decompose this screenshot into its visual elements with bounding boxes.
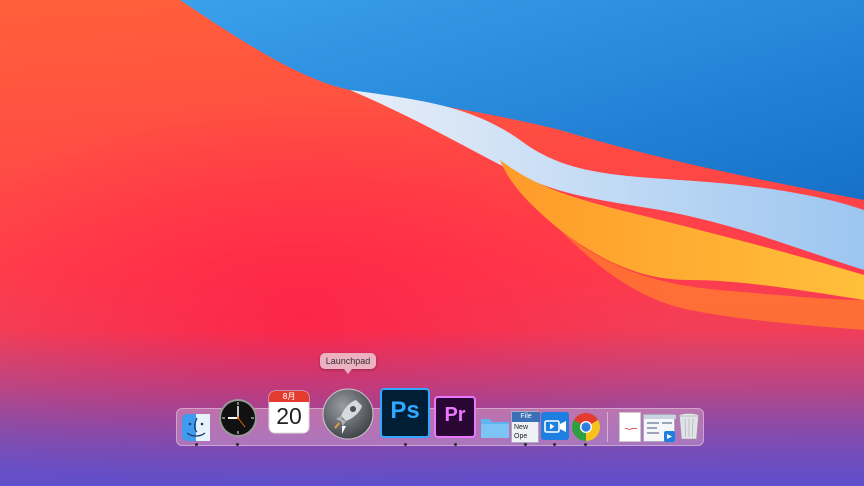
dock-app-photoshop[interactable]: Ps (380, 388, 430, 438)
dock-app-folder[interactable] (479, 414, 511, 440)
finder-icon (182, 414, 210, 441)
trash-icon (678, 413, 700, 440)
dock-app-video-capture[interactable] (540, 411, 570, 441)
tooltip-label: Launchpad (325, 356, 371, 366)
dock-app-launchpad[interactable] (322, 388, 374, 440)
dock-app-trash[interactable] (677, 411, 701, 441)
calendar-day: 20 (276, 403, 302, 429)
dock-app-document[interactable] (619, 412, 641, 442)
running-indicator (553, 443, 556, 446)
chrome-icon (572, 413, 600, 441)
running-indicator (524, 443, 527, 446)
file-menu-line-open: Ope (514, 433, 528, 440)
running-indicator (454, 443, 457, 446)
running-indicator (195, 443, 198, 446)
dock-app-clock[interactable] (218, 398, 258, 438)
launchpad-tooltip: Launchpad (320, 353, 376, 374)
video-camera-icon (541, 412, 569, 440)
dock-app-window-capture[interactable] (643, 414, 676, 442)
mouse-cursor-icon (342, 426, 346, 434)
dock-app-file-menu[interactable]: File New Ope (511, 411, 540, 443)
dock-separator (607, 412, 608, 442)
premiere-label: Pr (444, 404, 466, 426)
dock-app-chrome[interactable] (572, 413, 600, 441)
dock-app-finder[interactable] (180, 412, 212, 442)
photoshop-label: Ps (390, 397, 420, 424)
dock-app-premiere[interactable]: Pr (434, 396, 476, 438)
running-indicator (236, 443, 239, 446)
dock-app-calendar[interactable]: 8月 20 (268, 390, 310, 434)
running-indicator (584, 443, 587, 446)
folder-icon (481, 419, 509, 438)
running-indicator (404, 443, 407, 446)
file-menu-line-new: New (514, 424, 529, 431)
calendar-month: 8月 (282, 392, 296, 401)
clock-icon (219, 399, 257, 437)
document-icon (624, 427, 638, 430)
launchpad-icon (322, 388, 374, 440)
window-capture-icon (644, 415, 676, 442)
file-menu-line-file: File (512, 412, 540, 422)
